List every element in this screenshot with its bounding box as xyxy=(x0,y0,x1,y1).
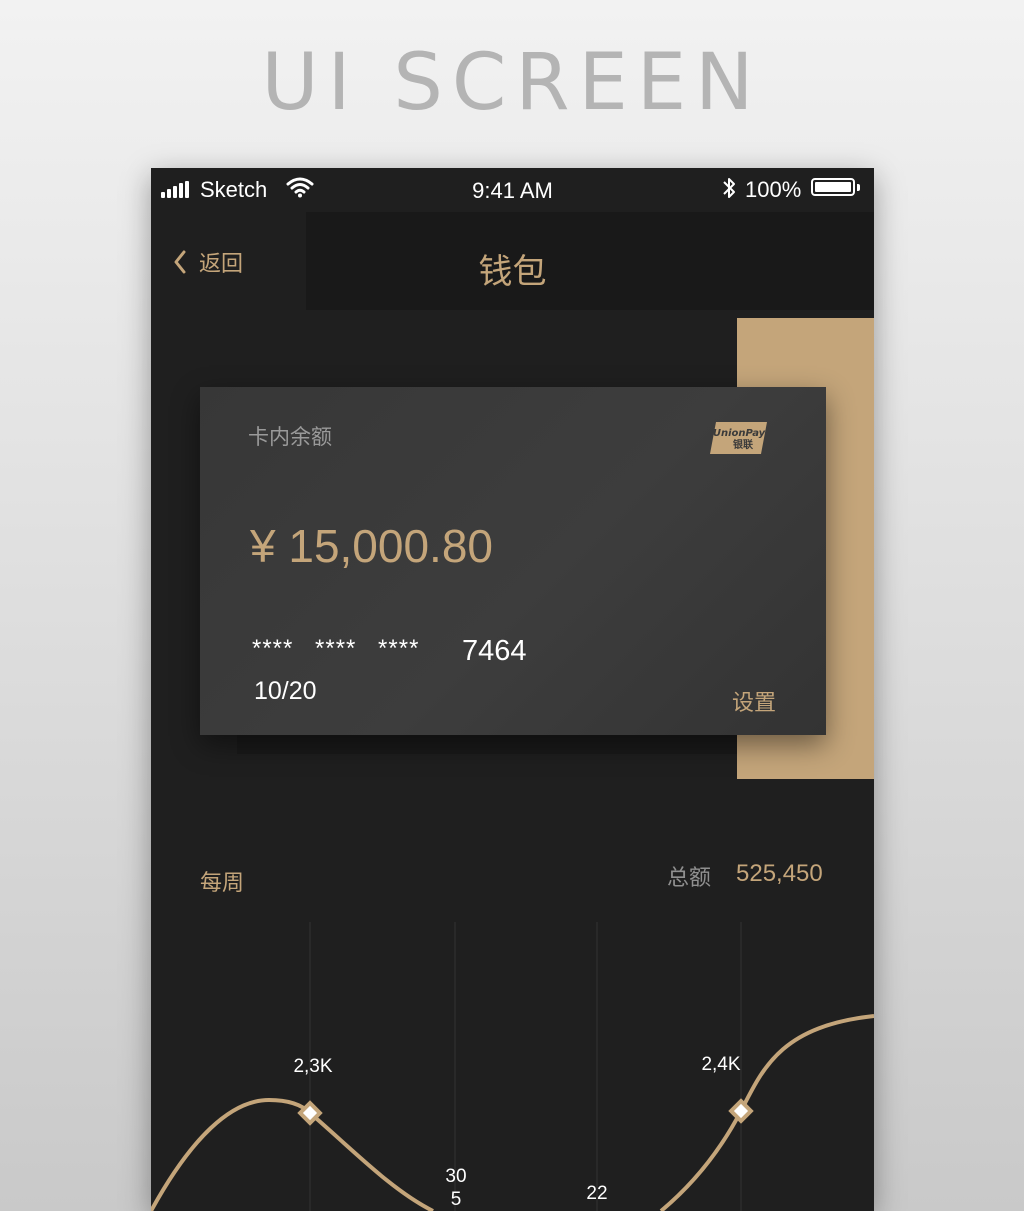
page-title: 钱包 xyxy=(478,252,547,292)
chart-point-marker xyxy=(728,1098,754,1124)
unionpay-cn-text: 银联 xyxy=(733,438,753,451)
weekly-chart: 2,3K 30 5 22 2,4K xyxy=(151,922,874,1211)
chart-point-label: 22 xyxy=(586,1183,607,1204)
card-settings-button[interactable]: 设置 xyxy=(732,685,776,717)
chart-line-segment xyxy=(151,1097,434,1211)
chart-point-label: 2,4K xyxy=(701,1054,740,1075)
balance-label: 卡内余额 xyxy=(248,426,332,449)
bank-card[interactable]: 卡内余额 UnionPay 银联 ¥ 15,000.80 **** **** *… xyxy=(200,387,826,735)
bluetooth-icon xyxy=(721,175,737,207)
battery-tip xyxy=(857,184,860,191)
status-bar: Sketch 9:41 AM 100% xyxy=(151,168,874,212)
chart-point-label: 2,3K xyxy=(293,1056,332,1077)
card-last-four: 7464 xyxy=(462,635,527,667)
chart-line-segment xyxy=(659,1014,874,1211)
chart-point-label: 5 xyxy=(451,1189,462,1210)
battery-icon xyxy=(811,178,855,196)
period-selector[interactable]: 每周 xyxy=(200,865,244,897)
page-heading: UI SCREEN xyxy=(261,38,763,128)
battery-percent: 100% xyxy=(745,177,802,202)
total-value: 525,450 xyxy=(736,860,823,887)
masked-card-number: **** **** **** xyxy=(252,635,420,662)
unionpay-text: UnionPay xyxy=(713,428,766,439)
chart-point-label: 30 xyxy=(445,1166,466,1187)
phone-screen: Sketch 9:41 AM 100% 返回 钱包 卡内余额 UnionPay … xyxy=(151,168,874,1211)
unionpay-logo: UnionPay 银联 xyxy=(710,420,768,461)
balance-amount: ¥ 15,000.80 xyxy=(250,520,494,572)
total-label: 总额 xyxy=(667,865,712,890)
card-expiry: 10/20 xyxy=(254,677,317,705)
